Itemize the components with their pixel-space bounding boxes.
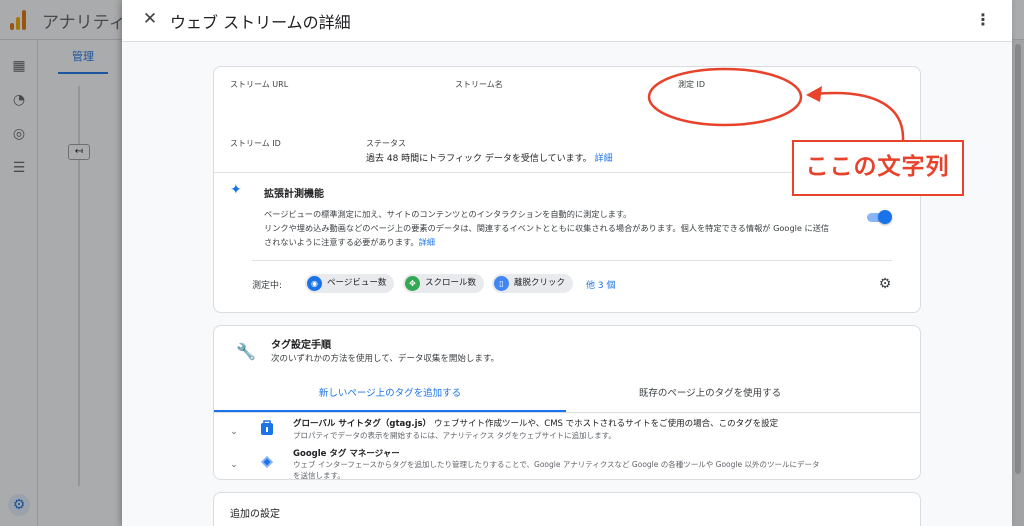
status-text: 過去 48 時間にトラフィック データを受信しています。 詳細 (366, 154, 613, 164)
close-icon[interactable]: ✕ (142, 10, 158, 28)
more-events-link[interactable]: 他 3 個 (586, 278, 615, 291)
gear-icon[interactable]: ⚙ (877, 276, 893, 292)
enhanced-measurement-title: 拡張計測機能 (264, 189, 324, 200)
tab-existing-tag[interactable]: 既存のページ上のタグを使用する (534, 382, 886, 412)
tag-manager-icon (260, 455, 274, 469)
tag-manager-row-title: Google タグ マネージャー (293, 449, 400, 459)
measuring-label: 測定中: (252, 281, 283, 291)
drawer-header: ✕ ウェブ ストリームの詳細 ⋮ (122, 0, 1012, 42)
tab-add-new-tag[interactable]: 新しいページ上のタグを追加する (214, 382, 566, 412)
status-label: ステータス (366, 139, 406, 148)
annotation-ellipse (647, 67, 803, 127)
sparkle-icon: ✦ (230, 182, 242, 198)
stream-details-drawer: ✕ ウェブ ストリームの詳細 ⋮ ストリーム URL ストリーム名 測定 ID … (122, 0, 1012, 526)
gtag-row-desc: プロパティでデータの表示を開始するには、アナリティクス タグをウェブサイトに追加… (293, 431, 616, 440)
scroll-icon: ✥ (405, 276, 420, 291)
stream-url-label: ストリーム URL (230, 80, 289, 89)
chevron-down-icon[interactable]: ⌄ (228, 459, 240, 471)
annotation-label-box: ここの文字列 (792, 140, 964, 196)
tagging-title: タグ設定手順 (271, 340, 331, 351)
chip-scrolls[interactable]: ✥ スクロール数 (403, 274, 485, 293)
gtag-icon (261, 420, 273, 435)
tag-manager-row-desc: ウェブ インターフェースからタグを追加したり管理したりすることで、Google … (293, 460, 820, 480)
chip-pageviews[interactable]: ◉ ページビュー数 (305, 274, 395, 293)
more-vert-icon[interactable]: ⋮ (974, 10, 992, 30)
status-details-link[interactable]: 詳細 (595, 154, 613, 164)
stream-name-label: ストリーム名 (455, 80, 503, 89)
tagging-subtitle: 次のいずれかの方法を使用して、データ収集を開始します。 (271, 354, 499, 364)
additional-settings-card: 追加の設定 (213, 492, 921, 526)
gtag-row-title: グローバル サイトタグ（gtag.js） ウェブサイト作成ツールや、CMS でホ… (293, 419, 779, 429)
stream-id-label: ストリーム ID (230, 139, 281, 148)
eye-icon: ◉ (307, 276, 322, 291)
mouse-icon: ▯ (494, 276, 509, 291)
enhanced-details-link[interactable]: 詳細 (419, 237, 435, 247)
additional-settings-title: 追加の設定 (230, 509, 280, 520)
wrench-icon: 🔧 (236, 342, 256, 361)
annotation-label: ここの文字列 (805, 154, 950, 180)
chevron-down-icon[interactable]: ⌄ (228, 426, 240, 438)
chip-outbound-clicks[interactable]: ▯ 離脱クリック (492, 274, 574, 293)
enhanced-measurement-desc: ページビューの標準測定に加え、サイトのコンテンツとのインタラクションを自動的に測… (264, 209, 830, 247)
tagging-card: 🔧 タグ設定手順 次のいずれかの方法を使用して、データ収集を開始します。 新しい… (213, 325, 921, 480)
drawer-title: ウェブ ストリームの詳細 (170, 13, 351, 32)
enhanced-measurement-toggle[interactable] (866, 210, 892, 224)
